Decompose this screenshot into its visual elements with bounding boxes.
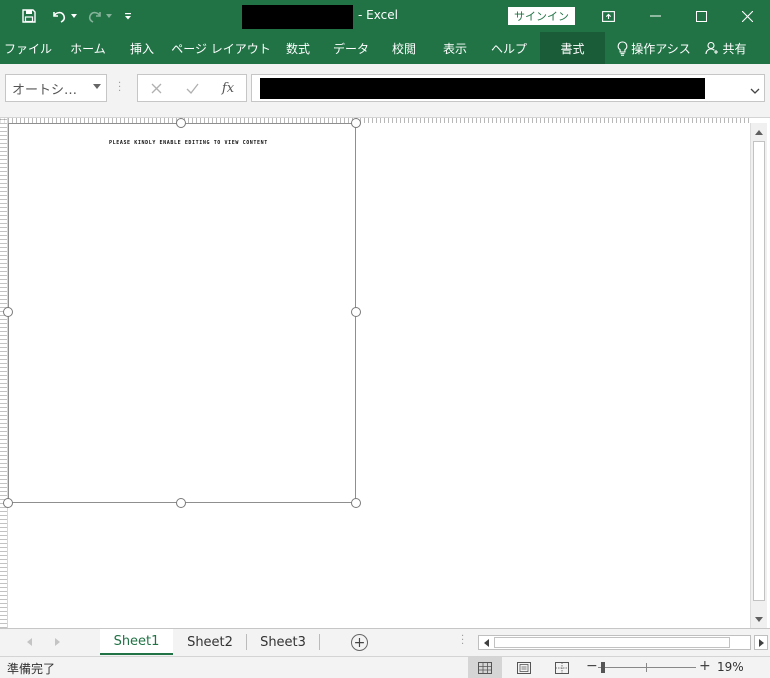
signin-button[interactable]: サインイン xyxy=(508,7,575,25)
undo-icon[interactable] xyxy=(48,0,70,32)
tab-format[interactable]: 書式 xyxy=(540,32,605,64)
resize-handle-bottom-right[interactable] xyxy=(351,498,361,508)
tab-page-layout[interactable]: ページ レイアウト xyxy=(171,32,271,64)
save-icon[interactable] xyxy=(16,0,42,32)
formula-bar-resize-handle[interactable]: · · · xyxy=(118,79,122,97)
zoom-out-button[interactable]: − xyxy=(586,658,598,674)
tab-home[interactable]: ホーム xyxy=(66,32,110,64)
page-break-preview-icon[interactable] xyxy=(545,657,579,678)
close-icon[interactable] xyxy=(727,0,767,32)
zoom-level[interactable]: 19% xyxy=(717,660,744,674)
tab-formulas[interactable]: 数式 xyxy=(281,32,315,64)
title-bar: - Excel サインイン xyxy=(0,0,770,32)
minimize-icon[interactable] xyxy=(635,0,675,32)
window-title: - Excel xyxy=(358,8,398,22)
scroll-up-icon[interactable] xyxy=(753,126,765,138)
worksheet-area[interactable]: PLEASE KINDLY ENABLE EDITING TO VIEW CON… xyxy=(0,118,770,628)
page-layout-view-icon[interactable] xyxy=(507,657,541,678)
normal-view-icon[interactable] xyxy=(468,657,502,678)
status-text: 準備完了 xyxy=(7,662,56,676)
enter-check-icon[interactable] xyxy=(182,78,202,98)
redacted-filename xyxy=(242,5,353,29)
resize-handle-top-right[interactable] xyxy=(351,118,361,128)
resize-handle-top[interactable] xyxy=(176,118,186,128)
formula-input[interactable] xyxy=(251,74,765,102)
person-icon xyxy=(705,41,719,55)
ribbon-tabs: ファイル ホーム 挿入 ページ レイアウト 数式 データ 校閲 表示 ヘルプ 書… xyxy=(0,32,770,64)
zoom-slider[interactable] xyxy=(598,667,696,668)
redacted-formula xyxy=(260,78,705,99)
scroll-left-icon[interactable] xyxy=(480,637,492,648)
ruler-left xyxy=(0,118,8,628)
insert-function-button[interactable]: fx xyxy=(218,78,238,98)
share-label: 共有 xyxy=(722,41,747,56)
lightbulb-icon xyxy=(617,40,628,56)
formula-bar: オートシ… · · · fx xyxy=(0,64,770,118)
next-sheet-icon[interactable] xyxy=(51,636,63,648)
sheet-tab-2[interactable]: Sheet2 xyxy=(174,629,246,655)
sheet-tab-3[interactable]: Sheet3 xyxy=(247,629,319,655)
zoom-in-button[interactable]: + xyxy=(699,658,711,674)
redo-dropdown-icon[interactable] xyxy=(104,0,114,32)
tab-view[interactable]: 表示 xyxy=(437,32,473,64)
scroll-down-icon[interactable] xyxy=(753,613,765,625)
resize-handle-right[interactable] xyxy=(351,307,361,317)
text-shape[interactable]: PLEASE KINDLY ENABLE EDITING TO VIEW CON… xyxy=(8,123,356,503)
resize-handle-left[interactable] xyxy=(3,307,13,317)
vertical-scrollbar[interactable] xyxy=(750,123,767,628)
horizontal-scroll-thumb[interactable] xyxy=(494,637,730,648)
add-sheet-button[interactable]: + xyxy=(351,634,368,651)
resize-handle-bottom[interactable] xyxy=(176,498,186,508)
tab-file[interactable]: ファイル xyxy=(4,32,52,64)
name-box-value: オートシ… xyxy=(12,82,78,98)
status-bar: 準備完了 − + 19% xyxy=(0,656,770,678)
resize-handle-bottom-left[interactable] xyxy=(3,498,13,508)
customize-qat-icon[interactable] xyxy=(121,0,135,32)
sheet-tabs-bar: Sheet1 Sheet2 Sheet3 + · · · xyxy=(0,628,770,656)
chevron-down-icon[interactable] xyxy=(93,84,101,89)
tab-split-handle[interactable]: · · · xyxy=(461,632,464,650)
redo-icon[interactable] xyxy=(84,0,106,32)
share-button[interactable]: 共有 xyxy=(700,32,752,64)
formula-buttons: fx xyxy=(137,74,247,102)
tab-review[interactable]: 校閲 xyxy=(387,32,421,64)
tab-help[interactable]: ヘルプ xyxy=(487,32,531,64)
tab-divider xyxy=(319,634,320,650)
zoom-slider-thumb[interactable] xyxy=(601,662,605,673)
horizontal-scrollbar[interactable] xyxy=(478,635,768,650)
name-box[interactable]: オートシ… xyxy=(5,74,107,102)
maximize-icon[interactable] xyxy=(681,0,721,32)
undo-dropdown-icon[interactable] xyxy=(69,0,79,32)
prev-sheet-icon[interactable] xyxy=(23,636,35,648)
vertical-scroll-thumb[interactable] xyxy=(753,141,765,601)
ribbon-display-options-icon[interactable] xyxy=(588,0,628,32)
sheet-tab-1[interactable]: Sheet1 xyxy=(100,629,173,655)
tell-me-box[interactable]: 操作アシス xyxy=(614,32,694,64)
tab-data[interactable]: データ xyxy=(330,32,372,64)
expand-formula-bar-icon[interactable] xyxy=(750,83,760,97)
tell-me-label: 操作アシス xyxy=(631,41,691,56)
shape-text: PLEASE KINDLY ENABLE EDITING TO VIEW CON… xyxy=(109,140,268,146)
scroll-right-icon[interactable] xyxy=(754,635,768,650)
cancel-icon[interactable] xyxy=(146,78,166,98)
zoom-slider-midpoint xyxy=(646,663,647,672)
tab-insert[interactable]: 挿入 xyxy=(124,32,160,64)
